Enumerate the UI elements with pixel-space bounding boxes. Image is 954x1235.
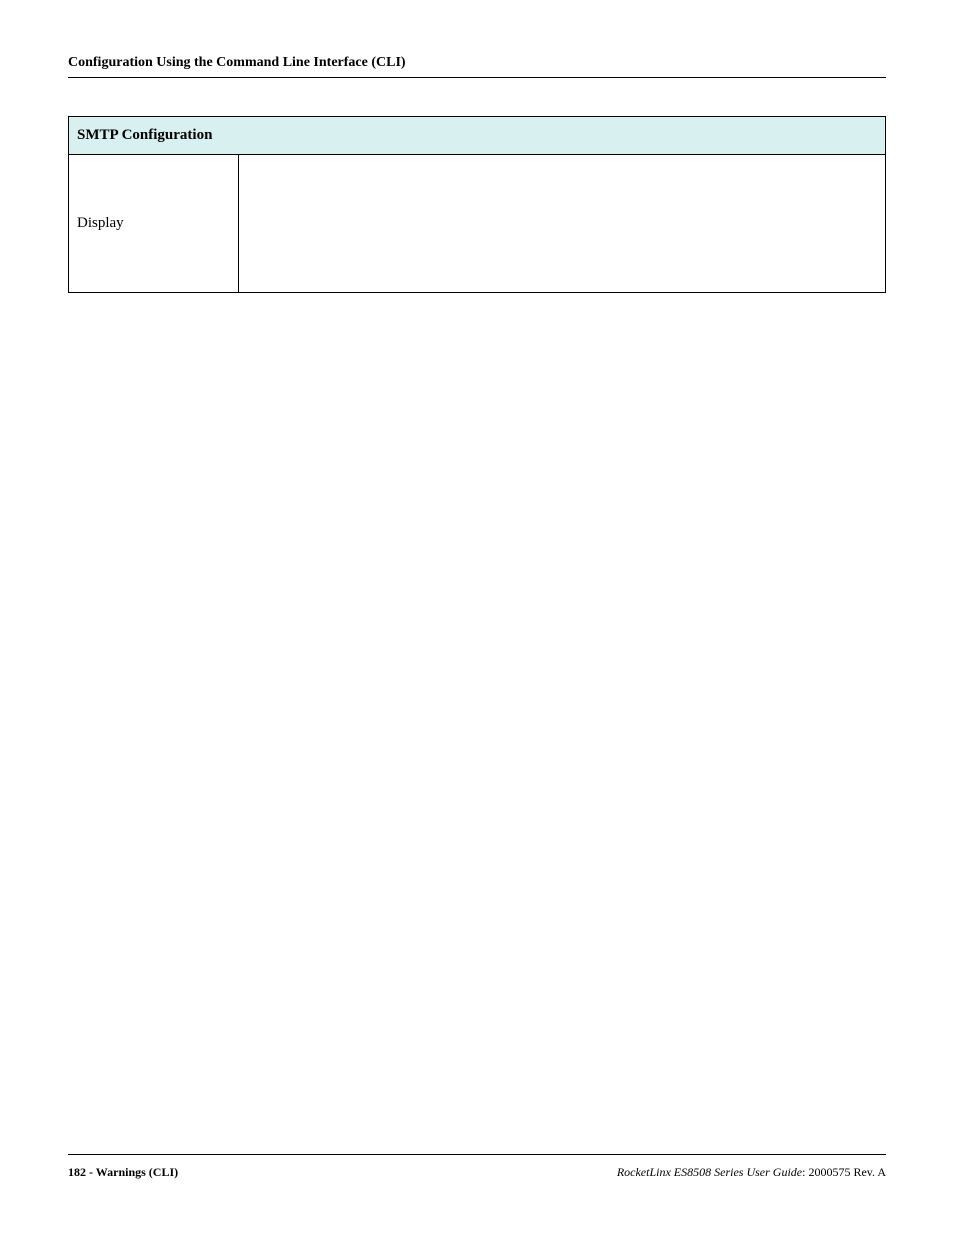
smtp-config-table: SMTP Configuration Display — [68, 116, 886, 293]
page-footer: 182 - Warnings (CLI) RocketLinx ES8508 S… — [68, 1154, 886, 1180]
footer-right: RocketLinx ES8508 Series User Guide: 200… — [617, 1165, 886, 1180]
table-header-row: SMTP Configuration — [69, 117, 886, 155]
page-header: Configuration Using the Command Line Int… — [68, 55, 886, 78]
table-heading: SMTP Configuration — [69, 117, 886, 155]
row-label: Display — [69, 155, 239, 293]
footer-doc-title: RocketLinx ES8508 Series User Guide — [617, 1165, 802, 1179]
footer-doc-revision: : 2000575 Rev. A — [802, 1165, 886, 1179]
header-title: Configuration Using the Command Line Int… — [68, 55, 886, 71]
row-content — [239, 155, 886, 293]
footer-page-label: 182 - Warnings (CLI) — [68, 1165, 178, 1180]
table-row: Display — [69, 155, 886, 293]
